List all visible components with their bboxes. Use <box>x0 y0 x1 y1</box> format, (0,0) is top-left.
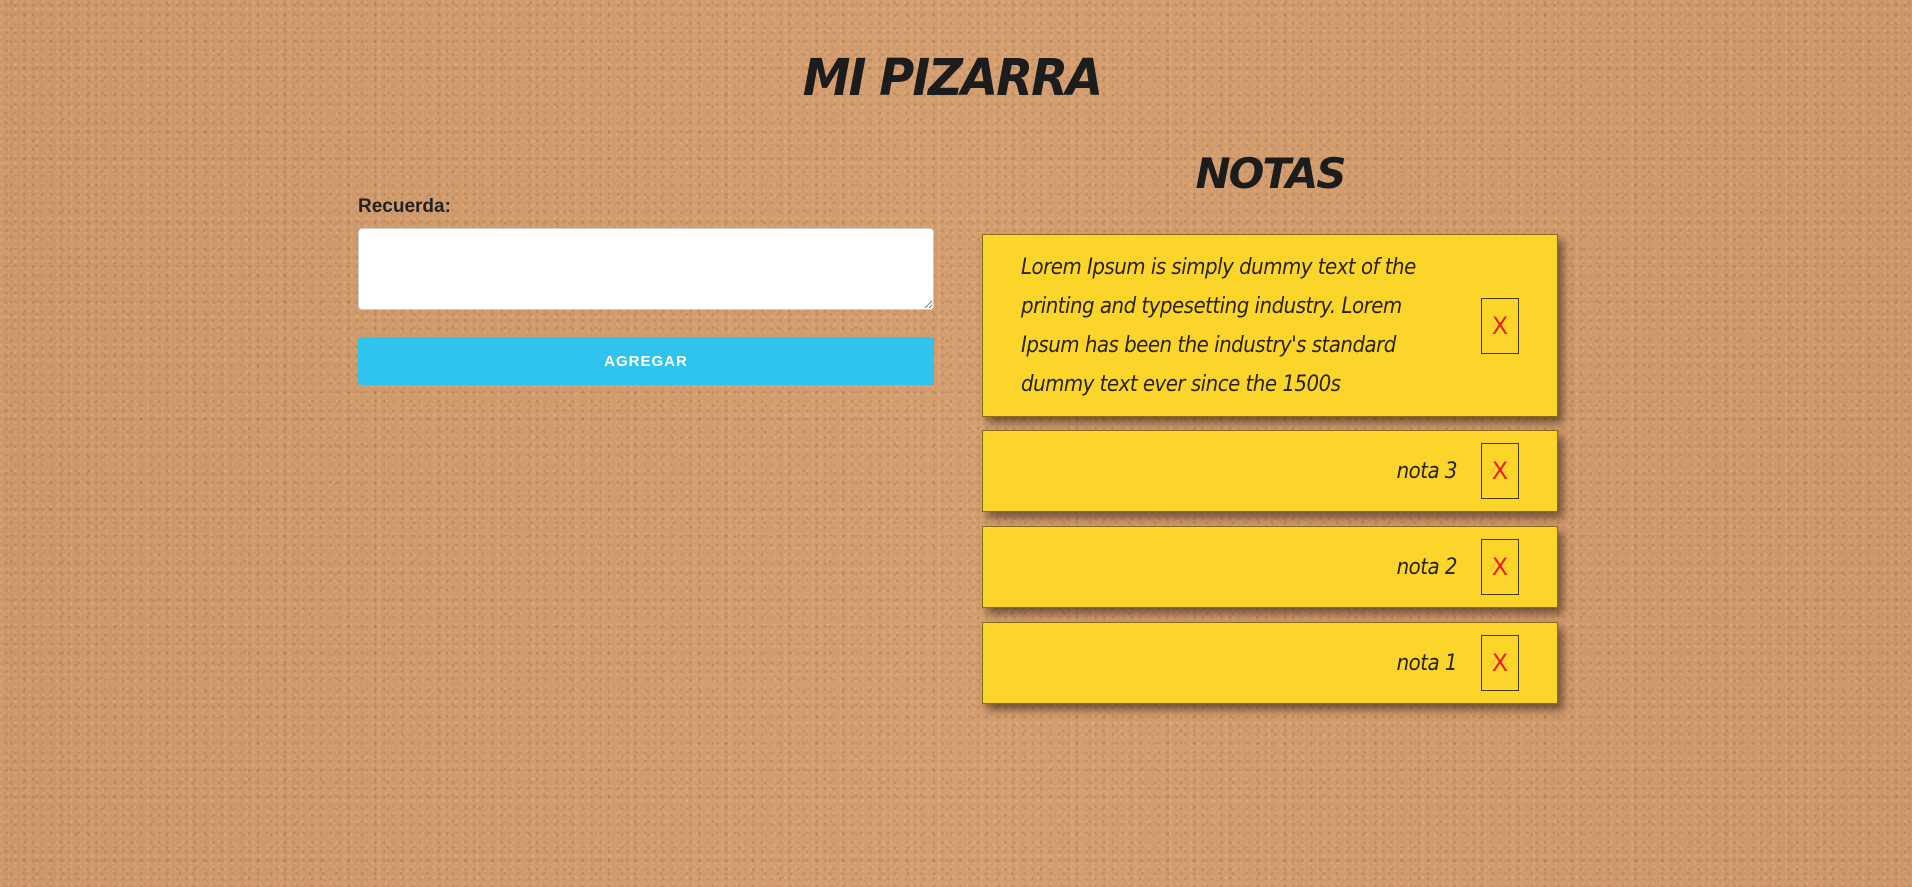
note-textarea[interactable] <box>358 228 934 310</box>
add-button[interactable]: AGREGAR <box>358 337 934 385</box>
note-text: Lorem Ipsum is simply dummy text of the … <box>1021 254 1416 397</box>
note-card: nota 2 X <box>982 526 1558 608</box>
delete-note-button[interactable]: X <box>1481 297 1519 354</box>
note-text: nota 2 <box>1396 554 1458 580</box>
delete-note-button[interactable]: X <box>1481 443 1519 499</box>
note-text: nota 1 <box>1396 650 1458 676</box>
delete-note-button[interactable]: X <box>1481 539 1519 595</box>
note-input-label: Recuerda: <box>358 196 451 217</box>
page-title: MI PIZARRA <box>802 48 1103 108</box>
delete-note-button[interactable]: X <box>1481 635 1519 691</box>
note-card: Lorem Ipsum is simply dummy text of the … <box>982 234 1558 417</box>
note-card: nota 1 X <box>982 622 1558 704</box>
note-form: Recuerda: AGREGAR <box>358 196 934 385</box>
notes-title: NOTAS <box>1195 149 1347 198</box>
note-text: nota 3 <box>1396 458 1458 484</box>
notes-list: Lorem Ipsum is simply dummy text of the … <box>982 234 1558 718</box>
note-card: nota 3 X <box>982 430 1558 512</box>
